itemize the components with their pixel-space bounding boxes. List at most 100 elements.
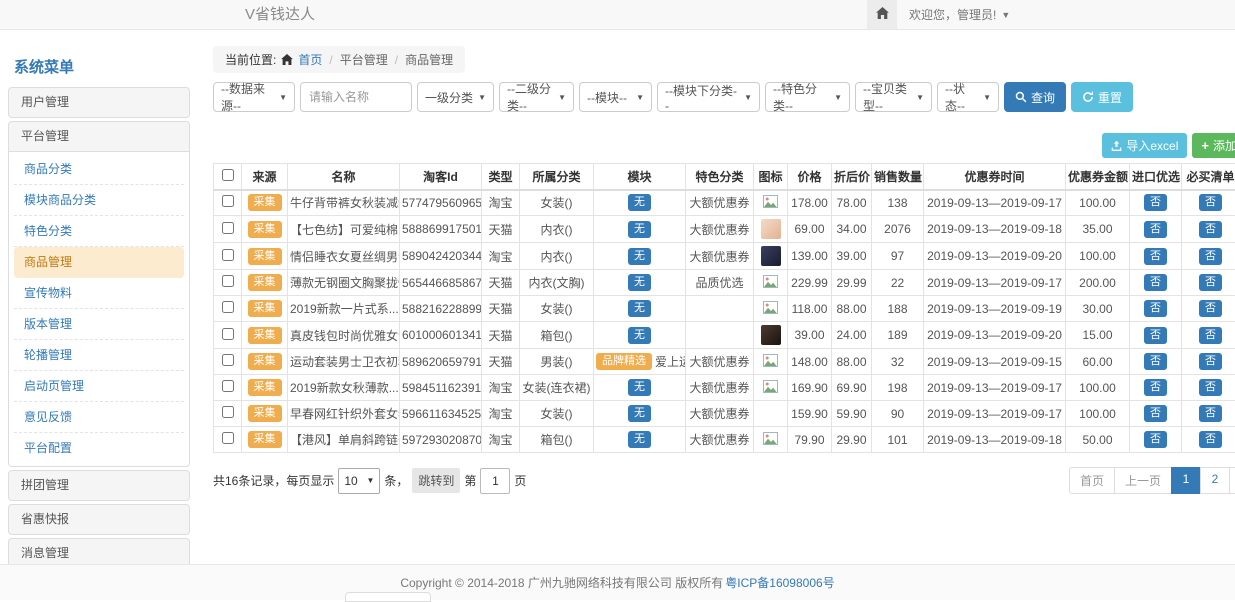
must-buy-toggle[interactable]: 否: [1199, 194, 1222, 211]
feature-category: [686, 322, 754, 349]
table-row: 采集薄款无钢圈文胸聚拢性...565446685867天猫内衣(文胸)无品质优选…: [214, 270, 1235, 296]
filter-select-5[interactable]: --模块下分类--▼: [657, 82, 760, 112]
row-select-cell: [214, 349, 242, 375]
taoke-id: 588216228899: [400, 296, 482, 322]
sidebar-item-14[interactable]: 消息管理: [8, 538, 190, 564]
module-badge: 品牌精选: [596, 353, 652, 370]
page-button-下一页[interactable]: 下一页: [1229, 467, 1235, 494]
module-content: 无: [628, 379, 651, 396]
filter-select-4[interactable]: --模块--▼: [579, 82, 652, 112]
feature-category: [686, 296, 754, 322]
sidebar-subitem-11[interactable]: 平台配置: [14, 433, 184, 464]
coupon-amount: 15.00: [1066, 322, 1130, 349]
must-buy-toggle[interactable]: 否: [1199, 405, 1222, 422]
product-name: 【七色纺】可爱纯棉家...: [288, 216, 400, 243]
column-header-13: 进口优选: [1130, 164, 1182, 190]
filter-select-3[interactable]: --二级分类--▼: [499, 82, 574, 112]
filter-select-7[interactable]: --宝贝类型--▼: [855, 82, 932, 112]
row-checkbox[interactable]: [222, 328, 234, 340]
must-buy-toggle[interactable]: 否: [1199, 431, 1222, 448]
import-select-toggle[interactable]: 否: [1144, 327, 1167, 344]
sidebar-subitem-8[interactable]: 轮播管理: [14, 340, 184, 371]
add-button[interactable]: + 添加: [1192, 133, 1235, 158]
must-buy-toggle[interactable]: 否: [1199, 274, 1222, 291]
page-button-上一页[interactable]: 上一页: [1114, 467, 1172, 494]
import-select-toggle[interactable]: 否: [1144, 353, 1167, 370]
must-buy-toggle[interactable]: 否: [1199, 221, 1222, 238]
coupon-time: 2019-09-13—2019-09-18: [924, 216, 1066, 243]
discount-price: 24.00: [832, 322, 872, 349]
sidebar-item-12[interactable]: 拼团管理: [8, 470, 190, 501]
row-checkbox[interactable]: [222, 354, 234, 366]
jump-button[interactable]: 跳转到: [412, 468, 460, 493]
row-checkbox[interactable]: [222, 380, 234, 392]
import-select-cell: 否: [1130, 270, 1182, 296]
plus-icon: +: [1201, 138, 1209, 153]
coupon-amount: 100.00: [1066, 190, 1130, 216]
row-checkbox[interactable]: [222, 275, 234, 287]
main-content: 当前位置: 首页 / 平台管理 / 商品管理 --数据来源--▼一级分类▼--二…: [213, 46, 1235, 564]
import-select-toggle[interactable]: 否: [1144, 431, 1167, 448]
row-checkbox[interactable]: [222, 195, 234, 207]
row-checkbox[interactable]: [222, 222, 234, 234]
sidebar: 系统菜单 用户管理平台管理商品分类模块商品分类特色分类商品管理宣传物料版本管理轮…: [8, 48, 190, 564]
sidebar-item-13[interactable]: 省惠快报: [8, 504, 190, 535]
breadcrumb-home-link[interactable]: 首页: [298, 51, 322, 68]
import-select-toggle[interactable]: 否: [1144, 300, 1167, 317]
must-buy-toggle[interactable]: 否: [1199, 248, 1222, 265]
row-checkbox[interactable]: [222, 432, 234, 444]
category: 女装(): [520, 190, 594, 216]
row-checkbox[interactable]: [222, 301, 234, 313]
module-cell: 无: [594, 216, 686, 243]
module-badge: 无: [628, 274, 651, 291]
import-select-toggle[interactable]: 否: [1144, 405, 1167, 422]
select-all-checkbox[interactable]: [222, 169, 234, 181]
filter-select-0[interactable]: --数据来源--▼: [213, 82, 295, 112]
column-header-4: 所属分类: [520, 164, 594, 190]
sidebar-subitem-2[interactable]: 商品分类: [14, 154, 184, 185]
must-buy-toggle[interactable]: 否: [1199, 327, 1222, 344]
sidebar-subitem-6[interactable]: 宣传物料: [14, 278, 184, 309]
page-button-首页[interactable]: 首页: [1069, 467, 1115, 494]
filter-select-2[interactable]: 一级分类▼: [417, 82, 494, 112]
sidebar-subitem-4[interactable]: 特色分类: [14, 216, 184, 247]
home-button[interactable]: [867, 0, 897, 29]
import-excel-button[interactable]: 导入excel: [1102, 133, 1187, 158]
row-checkbox[interactable]: [222, 249, 234, 261]
reset-button[interactable]: 重置: [1071, 82, 1133, 112]
sidebar-subitem-9[interactable]: 启动页管理: [14, 371, 184, 402]
sidebar-subitem-3[interactable]: 模块商品分类: [14, 185, 184, 216]
name-search-input[interactable]: [300, 82, 412, 112]
must-buy-toggle[interactable]: 否: [1199, 379, 1222, 396]
chevron-down-icon: ▼: [983, 93, 991, 102]
row-checkbox[interactable]: [222, 406, 234, 418]
import-select-toggle[interactable]: 否: [1144, 194, 1167, 211]
icp-link[interactable]: 粤ICP备16098006号: [725, 574, 834, 591]
home-icon: [281, 54, 293, 65]
import-select-toggle[interactable]: 否: [1144, 248, 1167, 265]
jump-page-input[interactable]: [480, 468, 510, 494]
sidebar-item-0[interactable]: 用户管理: [8, 87, 190, 118]
sidebar-subitem-5[interactable]: 商品管理: [14, 247, 184, 278]
coupon-amount: 100.00: [1066, 243, 1130, 270]
import-select-cell: 否: [1130, 349, 1182, 375]
feature-category: 大额优惠券: [686, 216, 754, 243]
import-select-toggle[interactable]: 否: [1144, 274, 1167, 291]
chevron-down-icon: ▼: [636, 93, 644, 102]
query-button[interactable]: 查询: [1004, 82, 1066, 112]
must-buy-toggle[interactable]: 否: [1199, 300, 1222, 317]
sidebar-subitem-10[interactable]: 意见反馈: [14, 402, 184, 433]
page-button-2[interactable]: 2: [1200, 467, 1230, 494]
sidebar-subitem-7[interactable]: 版本管理: [14, 309, 184, 340]
per-page-select[interactable]: 10 ▼: [338, 468, 380, 494]
filter-select-8[interactable]: --状态-- ▼: [937, 82, 999, 112]
filter-select-label: --状态--: [945, 80, 979, 114]
must-buy-toggle[interactable]: 否: [1199, 353, 1222, 370]
page-button-1[interactable]: 1: [1171, 467, 1201, 494]
import-select-toggle[interactable]: 否: [1144, 221, 1167, 238]
per-page-unit: 条，: [384, 472, 408, 489]
user-menu[interactable]: 欢迎您，管理员! ▼: [909, 6, 1010, 23]
filter-select-6[interactable]: --特色分类--▼: [765, 82, 850, 112]
import-select-toggle[interactable]: 否: [1144, 379, 1167, 396]
sidebar-item-1[interactable]: 平台管理: [8, 121, 190, 152]
